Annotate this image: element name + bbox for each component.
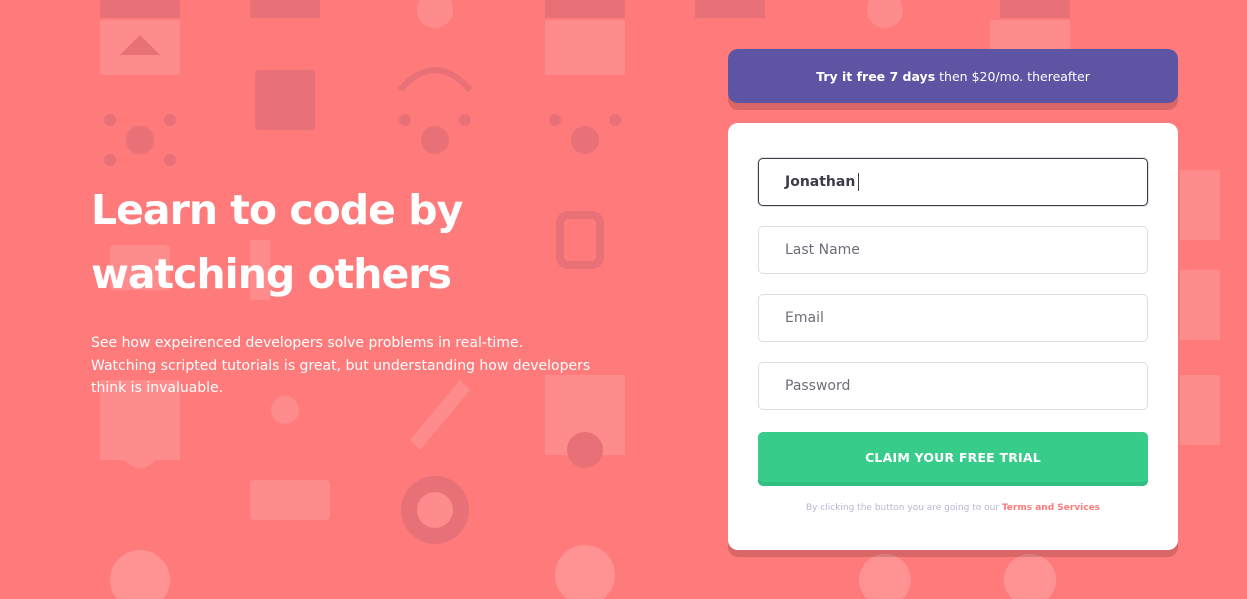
subtext-line-1: See how expeirenced developers solve pro… [91,335,524,351]
first-name-value: Jonathan [785,174,856,190]
offer-rest-text: then $20/mo. thereafter [939,68,1090,84]
text-caret [858,173,860,191]
email-field[interactable]: Email [758,294,1148,342]
hero-headline: Learn to code by watching others [91,178,611,306]
signup-form: Jonathan Last Name Email Password CLAIM … [728,123,1178,550]
last-name-placeholder: Last Name [785,242,860,258]
password-field[interactable]: Password [758,362,1148,410]
hero-subtext: See how expeirenced developers solve pro… [91,332,611,400]
email-placeholder: Email [785,310,824,326]
claim-free-trial-button[interactable]: CLAIM YOUR FREE TRIAL [758,432,1148,482]
terms-text: By clicking the button you are going to … [805,503,999,513]
subtext-line-3: think is invaluable. [91,380,224,396]
hero-section: Learn to code by watching others See how… [91,178,611,400]
password-placeholder: Password [785,378,851,394]
headline-line-1: Learn to code by [91,186,463,234]
terms-notice: By clicking the button you are going to … [728,503,1178,513]
offer-banner: Try it free 7 days then $20/mo. thereaft… [728,49,1178,103]
headline-line-2: watching others [91,250,452,298]
subtext-line-2: Watching scripted tutorials is great, bu… [91,357,591,374]
terms-link[interactable]: Terms and Services [1002,503,1100,513]
offer-bold-text: Try it free 7 days [816,68,936,84]
last-name-field[interactable]: Last Name [758,226,1148,274]
first-name-field[interactable]: Jonathan [758,158,1148,206]
